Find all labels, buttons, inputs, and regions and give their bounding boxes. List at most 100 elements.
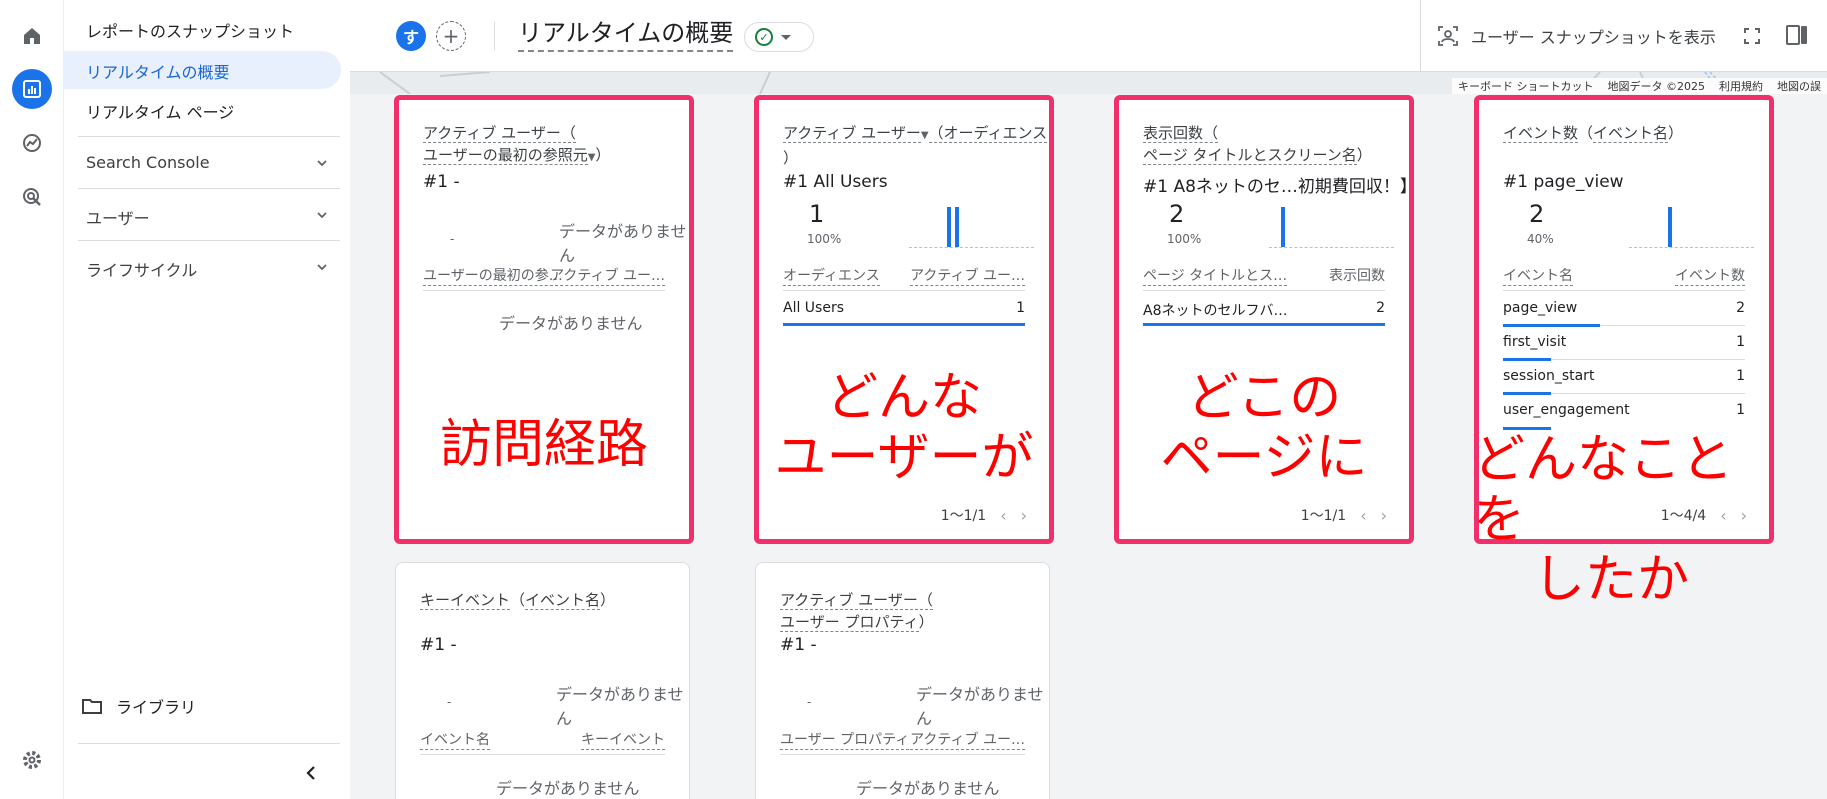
table-row[interactable]: user_engagement 1 xyxy=(1503,394,1745,430)
row-value: 2 xyxy=(1736,300,1745,316)
reports-icon[interactable] xyxy=(12,69,52,109)
comparison-avatar[interactable]: す xyxy=(396,21,426,51)
title-metric[interactable]: イベント数 xyxy=(1503,124,1579,143)
map-report-link[interactable]: 地図の誤 xyxy=(1777,78,1821,94)
title-dimension[interactable]: ユーザー プロパティ xyxy=(780,613,919,632)
col-dimension[interactable]: ユーザーの最初の参… xyxy=(423,267,563,286)
library-link[interactable]: ライブラリ xyxy=(82,694,196,718)
add-comparison-button[interactable]: + xyxy=(436,21,466,51)
col-dimension[interactable]: イベント名 xyxy=(1503,267,1573,286)
table-header: イベント名 イベント数 xyxy=(1503,267,1745,291)
divider xyxy=(78,743,340,744)
card-audience: アクティブ ユーザー▼（オーディエンス ） #1 All Users 1 100… xyxy=(754,95,1054,544)
sidebar-section-search-console[interactable]: Search Console xyxy=(78,136,340,188)
section-label: Search Console xyxy=(86,153,210,172)
divider xyxy=(1420,0,1421,72)
sidebar-section-users[interactable]: ユーザー xyxy=(78,188,340,240)
annotation-line: したか xyxy=(1533,550,1690,610)
check-circle-icon: ✓ xyxy=(755,28,773,46)
next-page-icon[interactable]: › xyxy=(1381,506,1387,525)
card-pages: 表示回数（ ページ タイトルとスクリーン名） #1 A8ネットのセ…初期費回収！… xyxy=(1114,95,1417,544)
dropdown-caret-icon[interactable]: ▼ xyxy=(921,130,929,141)
col-dimension[interactable]: イベント名 xyxy=(420,731,490,750)
col-dimension[interactable]: ユーザー プロパティ xyxy=(780,731,910,750)
table-row[interactable]: A8ネットのセルフバ… 2 xyxy=(1143,292,1385,326)
top-percent: 40% xyxy=(1527,232,1554,246)
prev-page-icon[interactable]: ‹ xyxy=(1360,506,1366,525)
spark-bar xyxy=(1668,207,1672,247)
table-row[interactable]: session_start 1 xyxy=(1503,360,1745,395)
map-terms-link[interactable]: 利用規約 xyxy=(1719,78,1763,94)
col-dimension[interactable]: オーディエンス xyxy=(783,267,880,286)
col-dimension[interactable]: ページ タイトルとス… xyxy=(1143,267,1288,286)
title-paren: ） xyxy=(600,591,616,609)
next-page-icon[interactable]: › xyxy=(1021,506,1027,525)
user-snapshot-icon xyxy=(1438,26,1458,46)
map-shortcuts-link[interactable]: キーボード ショートカット xyxy=(1458,78,1594,94)
col-metric[interactable]: アクティブ ユー… xyxy=(550,267,665,286)
top-value: 2 xyxy=(1529,200,1545,228)
row-name: page_view xyxy=(1503,300,1578,316)
col-metric[interactable]: 表示回数 xyxy=(1329,267,1385,285)
no-data-text: データがありません xyxy=(916,685,1044,728)
sparkline xyxy=(1629,206,1754,248)
user-snapshot-button[interactable]: ユーザー スナップショットを表示 xyxy=(1437,22,1716,50)
row-value: 1 xyxy=(1016,300,1025,316)
no-data-text: データがありません xyxy=(556,685,684,728)
table-row[interactable]: All Users 1 xyxy=(783,292,1025,326)
annotation-line: ユーザーが xyxy=(774,428,1034,488)
table-row[interactable]: page_view 2 xyxy=(1503,292,1745,327)
title-metric[interactable]: アクティブ ユーザー（ xyxy=(780,591,933,610)
title-dimension[interactable]: イベント名 xyxy=(525,591,601,610)
table-header: オーディエンス アクティブ ユー… xyxy=(783,267,1025,291)
card-key-events: キーイベント（イベント名） #1 - - データがありません イベント名 キーイ… xyxy=(395,562,690,799)
title-metric[interactable]: キーイベント xyxy=(420,591,511,610)
title-paren: （ xyxy=(1578,124,1594,142)
title-dimension[interactable]: イベント名 xyxy=(1593,124,1669,143)
fullscreen-icon[interactable] xyxy=(1740,24,1764,48)
annotation-line: ページに xyxy=(1160,428,1368,488)
table-row[interactable]: first_visit 1 xyxy=(1503,326,1745,361)
settings-icon[interactable] xyxy=(12,740,52,780)
title-dimension[interactable]: ページ タイトルとスクリーン名 xyxy=(1143,146,1357,165)
card-title: キーイベント（イベント名） xyxy=(420,589,615,611)
top-percent: 100% xyxy=(1167,232,1202,246)
collapse-chevron-icon[interactable] xyxy=(304,765,318,781)
col-metric[interactable]: アクティブ ユー… xyxy=(910,731,1025,750)
card-title: アクティブ ユーザー（ ユーザーの最初の参照元▼） xyxy=(423,122,610,169)
status-chip[interactable]: ✓ xyxy=(744,22,814,52)
top-value: 1 xyxy=(809,200,825,228)
prev-page-icon[interactable]: ‹ xyxy=(1000,506,1006,525)
card-user-property: アクティブ ユーザー（ ユーザー プロパティ） #1 - - データがありません… xyxy=(755,562,1050,799)
row-name: session_start xyxy=(1503,368,1595,384)
caret-down-icon xyxy=(781,34,791,40)
title-metric[interactable]: 表示回数（ xyxy=(1143,124,1219,143)
sidebar-item-report-snapshot[interactable]: レポートのスナップショット xyxy=(86,18,294,42)
title-dimension[interactable]: ユーザーの最初の参照元 xyxy=(423,146,588,165)
top-rank: #1 - xyxy=(780,635,817,655)
card-user-source: アクティブ ユーザー（ ユーザーの最初の参照元▼） #1 - - データがありま… xyxy=(394,95,694,544)
card-title: 表示回数（ ページ タイトルとスクリーン名） xyxy=(1143,122,1372,166)
annotation-text: どんなことを したか xyxy=(1473,430,1769,610)
home-icon[interactable] xyxy=(12,16,52,56)
sidebar-section-lifecycle[interactable]: ライフサイクル xyxy=(78,240,340,292)
title-metric[interactable]: アクティブ ユーザー xyxy=(783,124,921,143)
col-metric[interactable]: キーイベント xyxy=(581,731,665,750)
split-view-icon[interactable] xyxy=(1784,22,1810,48)
col-metric[interactable]: アクティブ ユー… xyxy=(910,267,1025,286)
advertising-icon[interactable] xyxy=(12,177,52,217)
title-metric[interactable]: アクティブ ユーザー（ xyxy=(423,124,576,143)
top-percent: 100% xyxy=(807,232,842,246)
chevron-down-icon xyxy=(317,212,327,219)
col-metric[interactable]: イベント数 xyxy=(1675,267,1745,286)
card-events: イベント数（イベント名） #1 page_view 2 40% イベント名 イベ… xyxy=(1473,95,1774,610)
explore-icon[interactable] xyxy=(12,123,52,163)
section-label: ユーザー xyxy=(86,209,150,228)
title-dimension[interactable]: （オーディエンス xyxy=(928,124,1048,143)
annotation-line: どんなことを xyxy=(1473,430,1734,550)
sidebar-item-realtime-pages[interactable]: リアルタイム ページ xyxy=(86,99,234,123)
card-title: アクティブ ユーザー▼（オーディエンス ） xyxy=(783,122,1048,169)
sidebar-item-realtime-overview[interactable]: リアルタイムの概要 xyxy=(86,59,230,83)
chevron-down-icon xyxy=(317,264,327,271)
annotation-line: どんな xyxy=(825,368,982,428)
